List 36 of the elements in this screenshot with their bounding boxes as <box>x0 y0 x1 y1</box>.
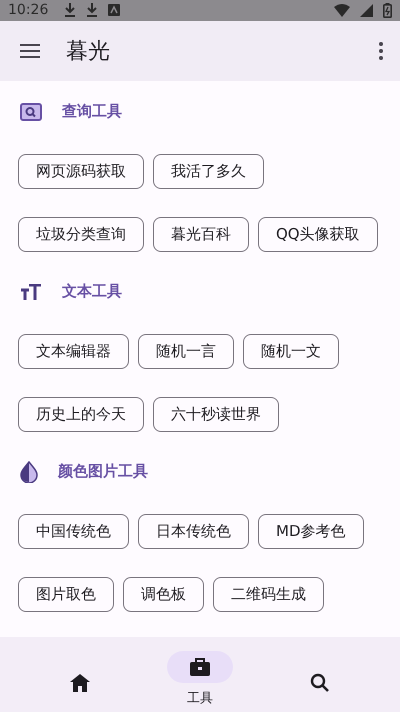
tool-chip[interactable]: 暮光百科 <box>153 216 249 252</box>
section-title: 查询工具 <box>62 102 122 122</box>
text-size-icon <box>20 284 42 300</box>
tool-chip[interactable]: 中国传统色 <box>18 514 129 549</box>
notification-icon <box>108 4 120 16</box>
wifi-icon <box>334 4 350 17</box>
nav-label: 工具 <box>187 690 213 707</box>
tool-chip[interactable]: 网页源码获取 <box>18 154 144 189</box>
tool-chip[interactable]: 图片取色 <box>18 576 114 612</box>
tool-chip[interactable]: 二维码生成 <box>213 576 324 612</box>
menu-icon[interactable] <box>20 44 40 58</box>
drop-icon <box>20 460 38 483</box>
tool-chip[interactable]: 历史上的今天 <box>18 396 144 432</box>
section-title: 颜色图片工具 <box>58 462 148 482</box>
tool-chip[interactable]: 随机一言 <box>138 334 234 369</box>
tool-chip[interactable]: 我活了多久 <box>153 154 264 189</box>
download-icon <box>64 3 76 18</box>
app-title: 暮光 <box>66 38 111 66</box>
section-title: 文本工具 <box>62 282 122 302</box>
status-time: 10:26 <box>8 2 48 18</box>
tool-chip[interactable]: 调色板 <box>123 576 204 612</box>
tool-chip[interactable]: QQ头像获取 <box>258 216 378 252</box>
tool-chip[interactable]: MD参考色 <box>258 514 364 549</box>
tool-chip[interactable]: 垃圾分类查询 <box>18 216 144 252</box>
battery-icon <box>383 2 392 18</box>
download-icon <box>86 3 98 18</box>
search-icon <box>310 672 330 693</box>
signal-icon <box>360 4 373 17</box>
home-icon <box>69 672 91 693</box>
tool-chip[interactable]: 六十秒读世界 <box>153 396 279 432</box>
tool-chip[interactable]: 文本编辑器 <box>18 334 129 369</box>
tool-chip[interactable]: 随机一文 <box>243 334 339 369</box>
more-options-icon[interactable] <box>378 42 384 60</box>
toolbox-icon <box>189 656 211 677</box>
tool-chip[interactable]: 日本传统色 <box>138 514 249 549</box>
search-icon <box>20 102 42 121</box>
